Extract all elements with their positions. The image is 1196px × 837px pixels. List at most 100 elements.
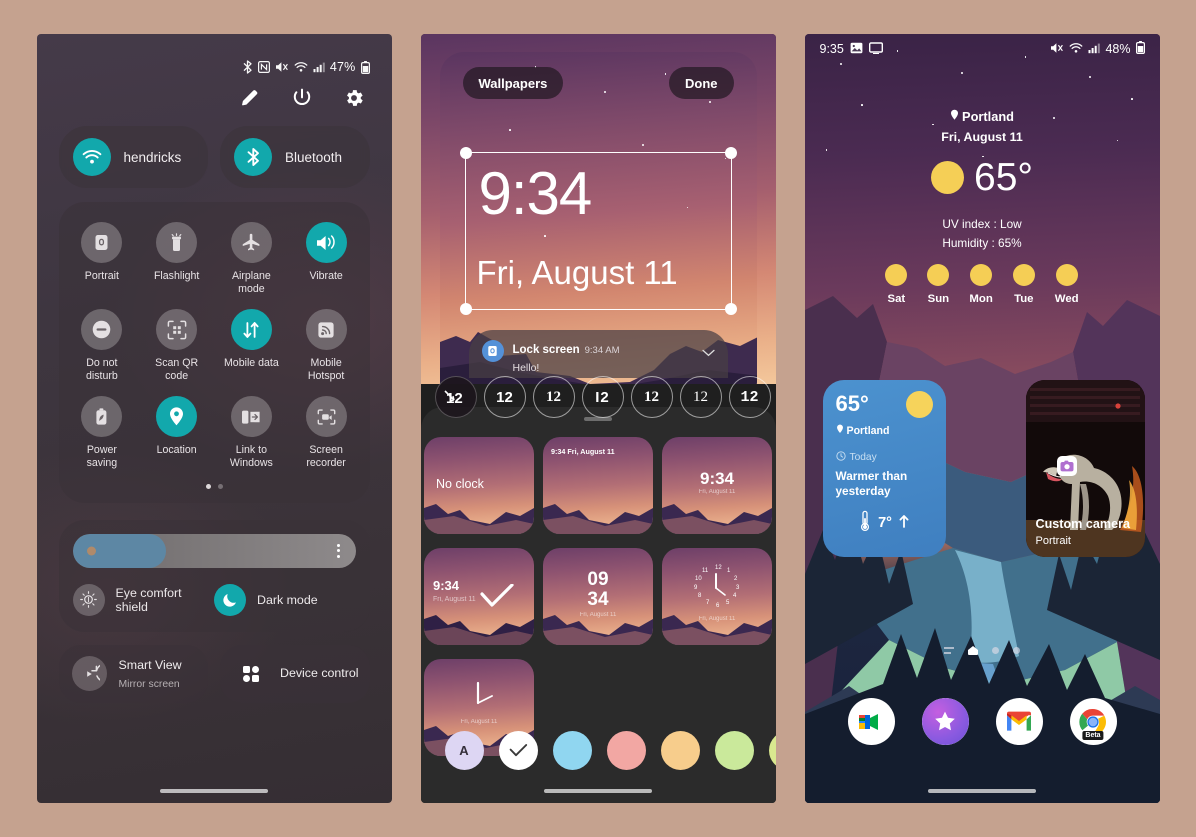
- page-dot[interactable]: [992, 647, 999, 654]
- tile-mobile-data[interactable]: Mobile data: [214, 309, 289, 382]
- home-gesture-bar[interactable]: [928, 789, 1036, 793]
- selected-swatch[interactable]: [498, 731, 538, 770]
- svg-text:12: 12: [715, 565, 722, 571]
- gear-icon[interactable]: [342, 86, 366, 110]
- auto-color-swatch[interactable]: A: [444, 731, 484, 770]
- wallpaper-option-analog-numbers[interactable]: 12 1 2 3 4 5 6 7 8 9 10 11 Fri, August 11: [662, 547, 772, 645]
- clock-style-option[interactable]: I2: [581, 376, 624, 418]
- wallpaper-option-no-clock[interactable]: No clock: [424, 436, 534, 534]
- page-indicator[interactable]: [805, 646, 1160, 655]
- tile-label: Scan QR code: [155, 357, 199, 382]
- sun-icon: [905, 391, 933, 418]
- brightness-card: Eye comfort shield Dark mode: [58, 519, 370, 632]
- sun-icon: [885, 264, 908, 286]
- clock-style-option[interactable]: 12: [532, 376, 575, 418]
- camera-icon: [1056, 456, 1077, 476]
- sun-icon: [927, 264, 950, 286]
- tile-label: Portrait: [84, 270, 119, 282]
- power-icon[interactable]: [290, 86, 314, 110]
- tile-link-to-windows[interactable]: Link to Windows: [214, 396, 289, 469]
- blue-swatch[interactable]: [552, 731, 592, 770]
- wifi-tile[interactable]: hendricks: [58, 126, 208, 188]
- gmail-icon[interactable]: [995, 698, 1043, 745]
- forecast-day: Tue: [1012, 264, 1035, 305]
- home-gesture-bar[interactable]: [160, 789, 268, 793]
- kebab-icon[interactable]: [336, 543, 340, 558]
- clock-style-option[interactable]: 12: [483, 376, 526, 418]
- device-control-button[interactable]: Device control: [220, 644, 370, 703]
- done-button[interactable]: Done: [669, 67, 734, 99]
- resize-handle-bottom-right[interactable]: [724, 303, 737, 315]
- wallpaper-sheet: No clock 9:34 Fri, August 11 9:34 Fri, A…: [420, 407, 776, 803]
- lime-swatch[interactable]: [768, 731, 776, 770]
- page-dot-home[interactable]: [968, 646, 978, 655]
- svg-text:6: 6: [716, 603, 720, 609]
- analog-clock-minimal: [476, 681, 493, 704]
- wallpapers-button[interactable]: Wallpapers: [462, 67, 564, 99]
- edit-icon[interactable]: [238, 86, 262, 110]
- forecast-day-label: Sat: [887, 293, 906, 305]
- tile-power-saving[interactable]: Power saving: [65, 396, 140, 469]
- clock-style-option[interactable]: 12: [679, 376, 722, 418]
- tile-label: Mobile data: [223, 357, 279, 370]
- brightness-knob[interactable]: [86, 546, 96, 556]
- beta-badge: Beta: [1082, 731, 1104, 740]
- green-swatch[interactable]: [714, 731, 754, 770]
- tile-mobile-hotspot[interactable]: Mobile Hotspot: [289, 309, 364, 382]
- resize-handle-bottom-left[interactable]: [459, 303, 472, 315]
- page-dot[interactable]: [1013, 647, 1020, 654]
- screenshot-stage: 47% hendricks Bluetooth Portrait Flashli…: [0, 0, 1196, 837]
- tile-vibrate[interactable]: Vibrate: [289, 222, 364, 295]
- wallpaper-option-top-small[interactable]: 9:34 Fri, August 11: [543, 436, 653, 534]
- clock-style-option[interactable]: 12: [630, 376, 673, 418]
- check-icon: [509, 744, 527, 757]
- galaxy-store-icon[interactable]: [921, 698, 969, 745]
- smart-view-button[interactable]: Smart View Mirror screen: [58, 644, 208, 703]
- brightness-slider[interactable]: [72, 533, 356, 568]
- camera-widget[interactable]: Custom camera Portrait: [1025, 380, 1145, 557]
- tile-screen-recorder[interactable]: Screen recorder: [289, 396, 364, 469]
- tile-location[interactable]: Location: [139, 396, 214, 469]
- tile-label: Flashlight: [153, 270, 200, 282]
- weather-widget[interactable]: 65° Portland Today Warmer than yesterday…: [822, 380, 946, 557]
- chevron-down-icon[interactable]: [701, 344, 715, 362]
- chrome-beta-icon[interactable]: Beta: [1069, 698, 1117, 745]
- tile-airplane-mode[interactable]: Airplane mode: [214, 222, 289, 295]
- tile-flashlight[interactable]: Flashlight: [139, 222, 214, 295]
- signal-icon: [1088, 42, 1101, 57]
- arrow-up-icon: [899, 514, 909, 532]
- smart-view-subtitle: Mirror screen: [118, 678, 180, 690]
- clock-style-carousel[interactable]: 12 12 12 I2 12 12 12 1: [421, 374, 776, 420]
- wallpaper-option-left-small[interactable]: 9:34 Fri, August 11: [424, 547, 534, 645]
- resize-handle-top-left[interactable]: [459, 147, 472, 159]
- notification-body: Hello!: [512, 362, 540, 374]
- clock-style-option[interactable]: 12: [728, 376, 771, 418]
- weather-summary[interactable]: Portland Fri, August 11 65° UV index : L…: [805, 109, 1160, 305]
- google-meet-icon[interactable]: [847, 698, 895, 745]
- lock-icon: [81, 222, 123, 263]
- clock-style-option[interactable]: 12: [434, 376, 477, 418]
- device-control-title: Device control: [280, 666, 359, 681]
- wallpaper-date-label: Fri, August 11: [579, 611, 617, 618]
- mute-icon: [275, 61, 289, 73]
- color-swatch-row[interactable]: A: [421, 731, 776, 770]
- wallpaper-option-stacked[interactable]: 09 34 Fri, August 11: [543, 547, 653, 645]
- resize-handle-top-right[interactable]: [724, 147, 737, 159]
- tile-portrait[interactable]: Portrait: [65, 222, 140, 295]
- tile-grid: Portrait Flashlight Airplane mode Vibrat…: [65, 222, 364, 470]
- wallpaper-label: 9:34: [699, 468, 735, 488]
- wallpaper-date-label: Fri, August 11: [460, 718, 498, 725]
- tile-do-not-disturb[interactable]: Do not disturb: [65, 309, 140, 382]
- eye-comfort-toggle[interactable]: Eye comfort shield: [72, 583, 215, 616]
- pink-swatch[interactable]: [606, 731, 646, 770]
- orange-swatch[interactable]: [660, 731, 700, 770]
- wallpaper-option-center-big[interactable]: 9:34 Fri, August 11: [662, 436, 772, 534]
- dark-mode-toggle[interactable]: Dark mode: [214, 583, 356, 616]
- tiles-page-dots[interactable]: [65, 483, 364, 489]
- weather-location-row: Portland: [805, 109, 1160, 124]
- home-gesture-bar[interactable]: [544, 789, 652, 793]
- lock-screen-notification[interactable]: Lock screen 9:34 AM Hello!: [468, 330, 728, 378]
- page-dot-apps[interactable]: [944, 647, 954, 654]
- bluetooth-tile[interactable]: Bluetooth: [220, 126, 370, 188]
- tile-scan-qr-code[interactable]: Scan QR code: [139, 309, 214, 382]
